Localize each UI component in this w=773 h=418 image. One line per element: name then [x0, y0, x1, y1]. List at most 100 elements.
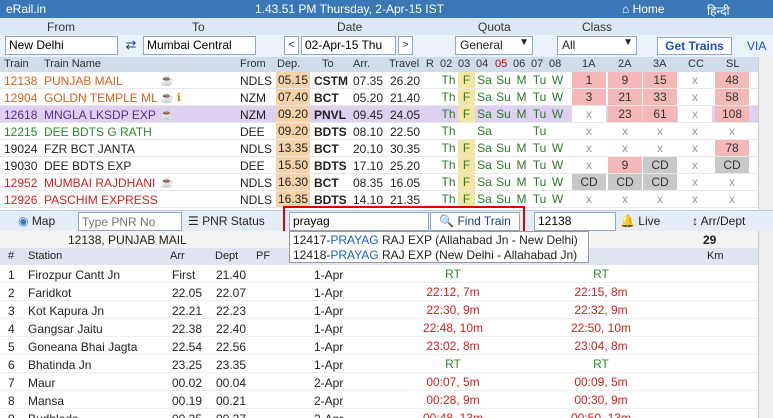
to-station-input[interactable]: Mumbai Central — [143, 36, 256, 55]
site-brand[interactable]: eRail.in — [6, 2, 46, 16]
train-number[interactable]: 12138 — [4, 74, 37, 88]
col-from[interactable]: From — [240, 58, 266, 70]
class-availability[interactable]: x — [572, 140, 606, 156]
col-class[interactable]: 1A — [582, 58, 595, 70]
train-row[interactable]: 12952 MUMBAI RAJDHANI ☕ NDLS 16.30 BCT 08.35 16… — [0, 174, 758, 191]
train-number[interactable]: 19030 — [4, 159, 37, 173]
station-name[interactable]: Mansa — [28, 394, 64, 408]
suggestion-item[interactable]: 12418-PRAYAG RAJ EXP (New Delhi - Allaha… — [293, 248, 577, 262]
col-arr[interactable]: Arr. — [353, 58, 370, 70]
swap-stations-icon[interactable]: ⇄ — [121, 36, 141, 55]
class-availability[interactable]: x — [643, 140, 677, 156]
class-availability[interactable]: 9 — [608, 157, 642, 173]
class-availability[interactable]: x — [678, 123, 712, 139]
prev-date-button[interactable]: < — [284, 36, 299, 55]
class-availability[interactable]: x — [678, 157, 712, 173]
col-to[interactable]: To — [322, 58, 334, 70]
train-name[interactable]: DEE BDTS EXP — [44, 159, 131, 173]
class-availability[interactable]: CD — [643, 174, 677, 190]
class-availability[interactable]: CD — [572, 174, 606, 190]
station-name[interactable]: Firozpur Cantt Jn — [28, 268, 120, 282]
class-availability[interactable]: x — [572, 191, 606, 207]
via-link[interactable]: VIA — [747, 39, 766, 53]
station-name[interactable]: Kot Kapura Jn — [28, 304, 104, 318]
class-availability[interactable]: 108 — [715, 106, 749, 122]
station-name[interactable]: Bhatinda Jn — [28, 358, 91, 372]
train-number[interactable]: 12618 — [4, 108, 37, 122]
class-availability[interactable]: 23 — [608, 106, 642, 122]
station-name[interactable]: Maur — [28, 376, 55, 390]
train-number[interactable]: 12952 — [4, 176, 37, 190]
train-row[interactable]: 19030 DEE BDTS EXP DEE 15.50 BDTS 17.10 25.20 T… — [0, 157, 758, 174]
train-name[interactable]: FZR BCT JANTA — [44, 142, 135, 156]
next-date-button[interactable]: > — [398, 36, 413, 55]
class-availability[interactable]: x — [715, 191, 749, 207]
class-availability[interactable]: 9 — [608, 72, 642, 88]
class-availability[interactable]: 78 — [715, 140, 749, 156]
class-availability[interactable]: x — [678, 191, 712, 207]
train-row[interactable]: 12138 PUNJAB MAIL ☕ NDLS 05.15 CSTM 07.35 26.20… — [0, 72, 758, 89]
hindi-link[interactable]: हिन्दी — [707, 2, 730, 19]
date-input[interactable]: 02-Apr-15 Thu — [301, 36, 396, 55]
train-name[interactable]: DEE BDTS G RATH — [44, 125, 152, 139]
class-availability[interactable]: x — [572, 157, 606, 173]
class-availability[interactable]: x — [608, 123, 642, 139]
class-availability[interactable]: x — [678, 72, 712, 88]
col-train-name[interactable]: Train Name — [44, 58, 101, 70]
station-row[interactable]: 2 Faridkot 22.05 22.07 1-Apr 22:12, 7m 22:15, … — [0, 283, 758, 301]
train-row[interactable]: 12618 MNGLA LKSDP EXP ☕ NZM 09.20 PNVL 09.45 24… — [0, 106, 758, 123]
class-availability[interactable]: x — [608, 140, 642, 156]
pnr-status-link[interactable]: ☰ PNR Status — [188, 214, 265, 228]
get-trains-button[interactable]: Get Trains — [657, 37, 732, 55]
col-class[interactable]: 3A — [653, 58, 666, 70]
class-availability[interactable]: x — [678, 106, 712, 122]
station-row[interactable]: 1 Firozpur Cantt Jn First 21.40 1-Apr RT RT — [0, 265, 758, 283]
train-row[interactable]: 12904 GOLDN TEMPLE ML ☕ ℹ NZM 07.40 BCT 05.20 2… — [0, 89, 758, 106]
train-name[interactable]: GOLDN TEMPLE ML — [44, 91, 158, 105]
class-availability[interactable]: 61 — [643, 106, 677, 122]
col-train[interactable]: Train — [4, 58, 29, 70]
home-link[interactable]: ⌂ Home — [622, 2, 665, 16]
class-select[interactable]: All ▼ — [557, 36, 637, 55]
map-link[interactable]: ◉ Map — [18, 214, 55, 228]
class-availability[interactable]: x — [572, 106, 606, 122]
class-availability[interactable]: x — [715, 123, 749, 139]
station-row[interactable]: 9 Budhlada 00.35 00.37 2-Apr 00:48, 13m 00:50,… — [0, 409, 758, 418]
station-row[interactable]: 7 Maur 00.02 00.04 2-Apr 00:07, 5m 00:09, 5m — [0, 373, 758, 391]
class-availability[interactable]: CD — [643, 157, 677, 173]
train-name[interactable]: MUMBAI RAJDHANI — [44, 176, 155, 190]
train-row[interactable]: 19024 FZR BCT JANTA NDLS 13.35 BCT 20.10 30.35… — [0, 140, 758, 157]
col-class[interactable]: 2A — [618, 58, 631, 70]
class-availability[interactable]: CD — [608, 174, 642, 190]
arr-dept-link[interactable]: ↕ Arr/Dept — [692, 214, 745, 228]
train-name[interactable]: MNGLA LKSDP EXP — [44, 108, 156, 122]
class-availability[interactable]: 15 — [643, 72, 677, 88]
from-station-input[interactable]: New Delhi — [5, 36, 118, 55]
suggestion-item[interactable]: 12417-PRAYAG RAJ EXP (Allahabad Jn - New… — [293, 233, 578, 247]
station-row[interactable]: 4 Gangsar Jaitu 22.38 22.40 1-Apr 22:48, 10m 2… — [0, 319, 758, 337]
pnr-input[interactable] — [78, 212, 182, 231]
train-number-input[interactable]: 12138 — [534, 212, 616, 231]
station-name[interactable]: Faridkot — [28, 286, 71, 300]
station-row[interactable]: 6 Bhatinda Jn 23.25 23.35 1-Apr RT RT — [0, 355, 758, 373]
class-availability[interactable]: 33 — [643, 89, 677, 105]
trains-scrollbar[interactable] — [758, 57, 773, 210]
class-availability[interactable]: 3 — [572, 89, 606, 105]
train-name[interactable]: PUNJAB MAIL — [44, 74, 123, 88]
class-availability[interactable]: 21 — [608, 89, 642, 105]
live-link[interactable]: 🔔 Live — [620, 214, 660, 228]
col-travel[interactable]: Travel — [389, 58, 419, 70]
class-availability[interactable]: 1 — [572, 72, 606, 88]
col-dep[interactable]: Dep. — [277, 58, 300, 70]
class-availability[interactable]: x — [678, 140, 712, 156]
col-class[interactable]: CC — [688, 58, 704, 70]
class-availability[interactable]: 48 — [715, 72, 749, 88]
class-availability[interactable]: x — [678, 89, 712, 105]
station-name[interactable]: Gangsar Jaitu — [28, 322, 103, 336]
col-class[interactable]: SL — [726, 58, 739, 70]
station-row[interactable]: 5 Goneana Bhai Jagta 22.54 22.56 1-Apr 23:02,… — [0, 337, 758, 355]
train-name[interactable]: PASCHIM EXPRESS — [44, 193, 158, 207]
train-number[interactable]: 12904 — [4, 91, 37, 105]
class-availability[interactable]: CD — [715, 157, 749, 173]
stations-scrollbar[interactable] — [758, 231, 773, 418]
